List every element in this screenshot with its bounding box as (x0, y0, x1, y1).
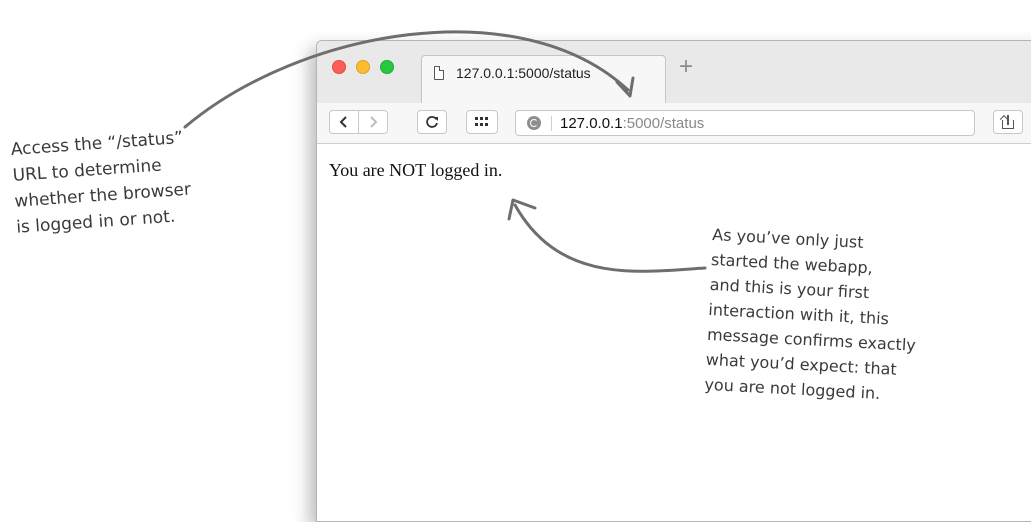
annotation-arrows (183, 30, 707, 273)
arrow-to-message (513, 203, 707, 273)
arrow-to-url (183, 30, 630, 129)
